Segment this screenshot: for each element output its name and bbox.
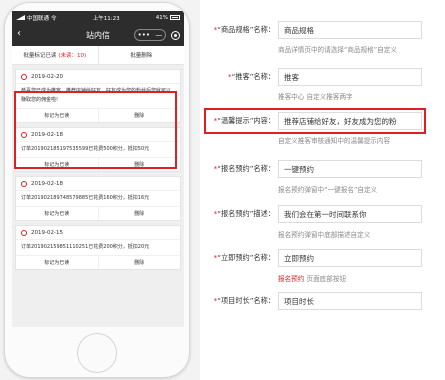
field-label: *“商品规格”名称：: [213, 25, 275, 34]
select-radio-icon[interactable]: [21, 73, 27, 80]
settings-form: *“商品规格”名称： 商品规格 商品详情页中的请选择“商品规格”自定义 *“推客…: [200, 0, 445, 380]
wifi-icon: 令: [51, 15, 57, 22]
field-label: *“报名预约”名称：: [213, 164, 275, 173]
batch-action-bar: 批量标记已读 (未读：10) 批量删除: [12, 46, 184, 65]
book-now-input[interactable]: 立即预约: [278, 249, 422, 267]
select-radio-icon[interactable]: [21, 229, 27, 236]
field-label: *“报名预约”描述：: [213, 209, 275, 218]
miniprogram-capsule[interactable]: ••• —: [134, 29, 166, 41]
delete-button[interactable]: 删除: [99, 207, 181, 220]
booking-desc-input[interactable]: 我们会在第一时间联系你: [278, 205, 422, 223]
mark-read-button[interactable]: 标记为已读: [16, 256, 99, 269]
field-help-highlight: 报名预约: [278, 275, 305, 283]
field-help: 报名预约 页面底部按钮: [278, 275, 347, 283]
field-help: 推客中心 自定义推客两字: [278, 93, 353, 101]
field-label: *“推客”名称：: [228, 72, 275, 81]
delete-all-label: 批量删除: [130, 53, 153, 59]
carrier-label: 中国联通: [27, 15, 50, 22]
phone-mockup: 中国联通 令 上午11:23 41% ‹ 站内信 ••• — 批量标记已读 (未读: [4, 2, 190, 378]
battery-icon: [170, 15, 180, 20]
message-card: 2019-02-18 订单201902189748579885已花费160积分，…: [15, 176, 181, 221]
field-help: 报名预约弹窗中底部描述自定义: [278, 231, 371, 239]
message-date: 2019-02-15: [31, 229, 63, 236]
mark-read-button[interactable]: 标记为已读: [16, 207, 99, 220]
mark-all-read-label: 批量标记已读: [23, 53, 57, 59]
close-target-icon[interactable]: [171, 30, 180, 40]
highlight-box: [14, 91, 177, 169]
field-help: 商品详情页中的请选择“商品规格”自定义: [278, 46, 397, 54]
minimize-icon[interactable]: —: [155, 31, 162, 39]
message-date: 2019-02-18: [31, 180, 63, 187]
page-title: 站内信: [86, 30, 110, 40]
delete-all-button[interactable]: 批量删除: [99, 46, 185, 64]
booking-name-input[interactable]: 一键预约: [278, 160, 422, 178]
status-time: 上午11:23: [92, 15, 120, 22]
phone-screen: 中国联通 令 上午11:23 41% ‹ 站内信 ••• — 批量标记已读 (未读: [12, 11, 184, 327]
select-radio-icon[interactable]: [21, 180, 27, 187]
spec-name-input[interactable]: 商品规格: [278, 21, 422, 39]
highlight-box: [204, 108, 426, 134]
message-body: 订单201902159851110251已花费200积分，抵扣20元: [16, 239, 180, 255]
field-label: *“立即预约”名称：: [213, 253, 275, 262]
message-body: 订单201902189748579885已花费160积分，抵扣16元: [16, 190, 180, 206]
back-icon[interactable]: ‹: [17, 29, 21, 39]
message-card: 2019-02-15 订单201902159851110251已花费200积分，…: [15, 225, 181, 270]
field-help: 自定义推客审核通知中的温馨提示内容: [278, 137, 391, 145]
home-button[interactable]: [77, 333, 117, 373]
field-help: 报名预约弹窗中“一键报名”自定义: [278, 186, 378, 194]
mark-all-read-button[interactable]: 批量标记已读 (未读：10): [12, 46, 99, 64]
more-icon[interactable]: •••: [138, 31, 150, 39]
delete-button[interactable]: 删除: [99, 256, 181, 269]
status-bar: 中国联通 令 上午11:23 41%: [12, 11, 184, 24]
signal-icon: [16, 15, 25, 20]
battery-percent: 41%: [155, 14, 168, 21]
promoter-name-input[interactable]: 推客: [278, 68, 422, 86]
field-label: *“项目时长”名称：: [213, 296, 275, 305]
unread-count: (未读：10): [58, 53, 87, 59]
message-date: 2019-02-20: [31, 73, 63, 80]
duration-name-input[interactable]: 项目时长: [278, 292, 422, 310]
nav-bar: ‹ 站内信 ••• —: [12, 24, 184, 46]
